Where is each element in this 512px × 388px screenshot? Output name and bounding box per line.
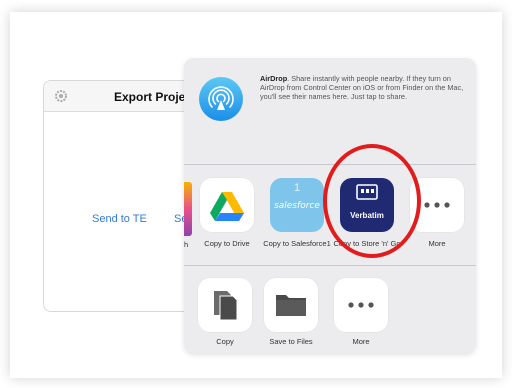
airdrop-title: AirDrop <box>260 74 288 83</box>
section-divider <box>184 164 476 165</box>
more-apps-label: More <box>428 239 446 248</box>
copy-to-salesforce1-label: Copy to Salesforce1 <box>263 239 331 248</box>
google-drive-icon <box>210 192 244 221</box>
save-to-files-label: Save to Files <box>269 337 313 346</box>
folder-icon <box>276 295 306 316</box>
copy-to-salesforce1-button[interactable]: 1 salesforce <box>270 178 324 232</box>
partial-app-tile[interactable] <box>184 182 192 236</box>
send-to-te-button[interactable]: Send to TE <box>92 213 147 225</box>
more-actions-label: More <box>352 337 370 346</box>
copy-to-drive-label: Copy to Drive <box>204 239 250 248</box>
airdrop-body: . Share instantly with people nearby. If… <box>260 74 464 102</box>
more-actions-button[interactable] <box>334 278 388 332</box>
partial-app-label: h <box>184 240 189 249</box>
copy-button[interactable] <box>198 278 252 332</box>
airdrop-description: AirDrop. Share instantly with people nea… <box>260 74 468 102</box>
ellipsis-icon <box>424 202 450 208</box>
salesforce-number: 1 <box>294 182 301 194</box>
ellipsis-icon <box>348 302 374 308</box>
copy-icon <box>214 291 238 321</box>
highlight-circle <box>323 144 421 258</box>
copy-to-drive-button[interactable] <box>200 178 254 232</box>
copy-label: Copy <box>216 337 234 346</box>
export-dialog-title: Export Proje <box>114 90 186 104</box>
airdrop-icon[interactable] <box>198 76 244 122</box>
salesforce-logo-text: salesforce <box>274 201 320 211</box>
section-divider <box>184 265 476 266</box>
airdrop-section: AirDrop. Share instantly with people nea… <box>184 58 476 164</box>
gear-icon[interactable] <box>54 89 68 103</box>
save-to-files-button[interactable] <box>264 278 318 332</box>
